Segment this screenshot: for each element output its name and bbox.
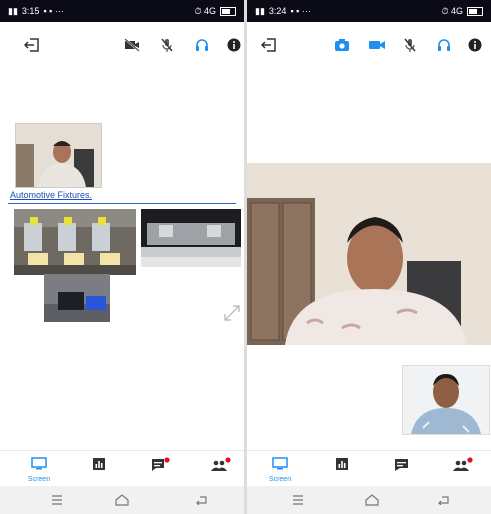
system-navigation-bar <box>247 486 491 514</box>
signal-icon: ▮▮ <box>8 5 18 16</box>
home-icon[interactable] <box>115 493 129 507</box>
slide-title-underline <box>8 203 236 204</box>
nav-stats[interactable] <box>84 457 114 476</box>
headphones-icon[interactable] <box>192 35 212 55</box>
side-by-side-screenshots: ▮▮ 3:15 ▪ ▪ ··· ⏱ 4G Automotive Fixtures… <box>0 0 491 514</box>
status-bar: ▮▮ 3:24 ▪ ▪ ··· ⏱ 4G <box>247 0 491 22</box>
bar-chart-icon <box>336 458 348 470</box>
participants-icon <box>211 457 231 471</box>
phone-screen-right: ▮▮ 3:24 ▪ ▪ ··· ⏱ 4G Screen <box>247 0 491 514</box>
video-off-icon[interactable] <box>122 35 142 55</box>
menu-icon[interactable] <box>50 493 64 507</box>
nav-chat[interactable] <box>145 457 175 478</box>
nav-chat[interactable] <box>387 457 417 478</box>
bar-chart-icon <box>93 458 105 470</box>
menu-icon[interactable] <box>291 493 305 507</box>
battery-icon <box>467 6 483 16</box>
nav-screen-label: Screen <box>27 476 51 483</box>
fixture-photo-3 <box>44 274 110 322</box>
participants-icon <box>453 457 473 471</box>
back-icon[interactable] <box>437 493 451 507</box>
nav-screen[interactable]: Screen <box>24 457 54 483</box>
status-right: ⏱ 4G <box>441 5 463 16</box>
expand-icon[interactable] <box>222 303 242 323</box>
status-time: 3:24 <box>268 6 287 16</box>
mic-off-icon[interactable] <box>400 35 420 55</box>
slide-title: Automotive Fixtures. <box>10 190 93 200</box>
system-navigation-bar <box>0 486 244 514</box>
remote-participant-video[interactable] <box>247 163 491 345</box>
status-right: ⏱ 4G <box>194 5 216 16</box>
status-time: 3:15 <box>21 6 40 16</box>
signal-icon: ▮▮ <box>255 5 265 16</box>
screen-icon <box>272 457 288 470</box>
nav-stats[interactable] <box>327 457 357 476</box>
meeting-toolbar <box>0 30 244 60</box>
leave-meeting-icon[interactable] <box>22 35 42 55</box>
mic-off-icon[interactable] <box>157 35 177 55</box>
phone-screen-left: ▮▮ 3:15 ▪ ▪ ··· ⏱ 4G Automotive Fixtures… <box>0 0 244 514</box>
info-icon[interactable] <box>465 35 485 55</box>
notification-icons: ▪ ▪ ··· <box>290 6 311 16</box>
chat-icon <box>395 459 408 471</box>
leave-meeting-icon[interactable] <box>259 35 279 55</box>
info-icon[interactable] <box>224 35 244 55</box>
self-view-video[interactable] <box>402 365 490 435</box>
home-icon[interactable] <box>365 493 379 507</box>
bottom-navigation: Screen <box>0 450 244 487</box>
bottom-navigation: Screen <box>247 450 491 487</box>
chat-icon <box>152 457 170 471</box>
fixture-photo-1 <box>14 209 136 275</box>
meeting-toolbar <box>247 30 491 60</box>
participant-thumbnail[interactable] <box>15 123 102 188</box>
video-on-icon[interactable] <box>367 35 387 55</box>
notification-icons: ▪ ▪ ··· <box>43 6 64 16</box>
nav-screen[interactable]: Screen <box>265 457 295 483</box>
nav-screen-label: Screen <box>268 476 292 483</box>
battery-icon <box>220 6 236 16</box>
status-bar: ▮▮ 3:15 ▪ ▪ ··· ⏱ 4G <box>0 0 244 22</box>
fixture-photo-2 <box>141 209 241 267</box>
headphones-icon[interactable] <box>434 35 454 55</box>
switch-camera-icon[interactable] <box>332 35 352 55</box>
nav-participants[interactable] <box>205 457 235 478</box>
nav-participants[interactable] <box>447 457 477 478</box>
shared-screen-slide: Automotive Fixtures. <box>8 188 241 328</box>
screen-icon <box>31 457 47 470</box>
back-icon[interactable] <box>195 493 209 507</box>
